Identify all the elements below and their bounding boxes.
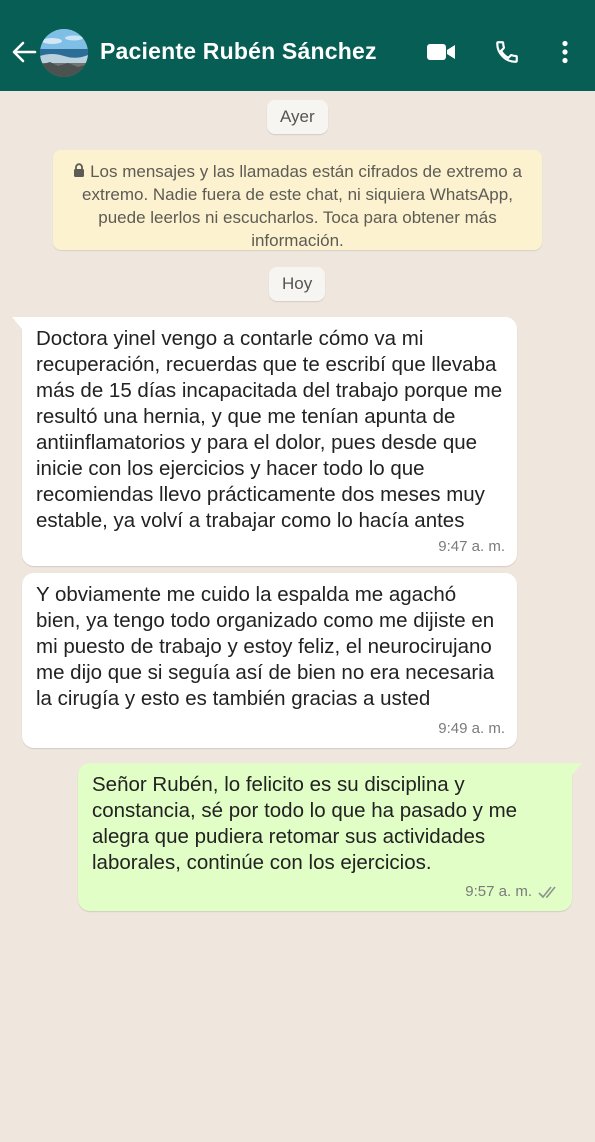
- avatar[interactable]: [40, 29, 88, 77]
- date-separator-today: Hoy: [269, 267, 326, 301]
- more-options-icon: [562, 40, 568, 64]
- message-bubble-incoming[interactable]: Y obviamente me cuido la espalda me agac…: [22, 573, 517, 748]
- phone-icon: [496, 41, 518, 63]
- message-time: 9:57 a. m.: [465, 883, 532, 900]
- contact-name[interactable]: Paciente Rubén Sánchez: [100, 38, 377, 65]
- encryption-notice-text: Los mensajes y las llamadas están cifrad…: [82, 162, 522, 250]
- message-text: Doctora yinel vengo a contarle cómo va m…: [36, 327, 503, 532]
- message-bubble-outgoing[interactable]: Señor Rubén, lo felicito es su disciplin…: [78, 763, 582, 911]
- date-separator-yesterday: Ayer: [267, 100, 328, 134]
- encryption-notice[interactable]: Los mensajes y las llamadas están cifrad…: [53, 150, 542, 250]
- message-text: Y obviamente me cuido la espalda me agac…: [36, 583, 495, 710]
- video-call-icon: [427, 44, 455, 60]
- message-time: 9:47 a. m.: [438, 538, 505, 555]
- back-arrow-icon: [12, 41, 37, 63]
- message-bubble-incoming[interactable]: Doctora yinel vengo a contarle cómo va m…: [12, 317, 517, 566]
- message-time: 9:49 a. m.: [438, 720, 505, 737]
- avatar-image: [40, 29, 88, 77]
- back-button[interactable]: [10, 40, 38, 64]
- more-options-button[interactable]: [556, 38, 574, 66]
- lock-icon: [74, 163, 85, 177]
- video-call-button[interactable]: [426, 38, 456, 66]
- voice-call-button[interactable]: [494, 38, 520, 66]
- message-text: Señor Rubén, lo felicito es su disciplin…: [92, 773, 518, 874]
- message-meta: 9:57 a. m.: [465, 879, 560, 905]
- double-check-icon: [538, 886, 556, 899]
- chat-header: Paciente Rubén Sánchez: [0, 0, 595, 91]
